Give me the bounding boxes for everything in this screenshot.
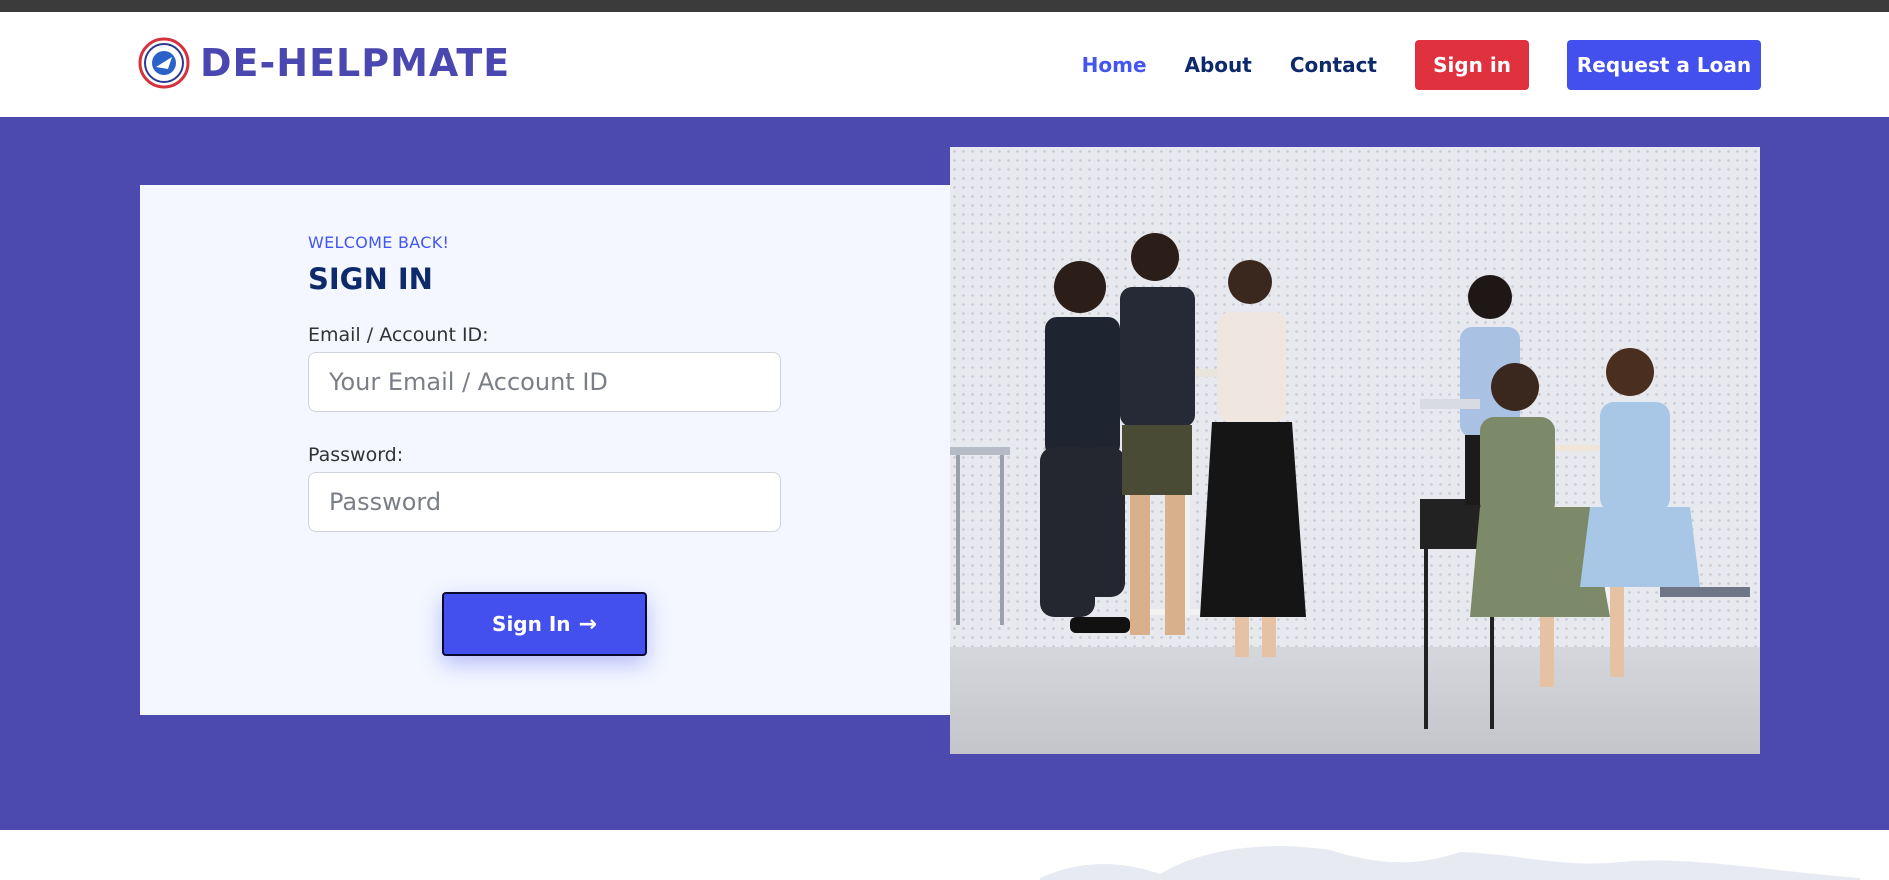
team-people-illustration — [950, 233, 1750, 729]
logo-icon — [138, 37, 190, 89]
welcome-eyebrow: WELCOME BACK! — [308, 233, 450, 252]
login-form: WELCOME BACK! SIGN IN Email / Account ID… — [308, 233, 781, 656]
password-label: Password: — [308, 444, 404, 466]
footer-strip — [0, 830, 1889, 880]
signin-submit-button[interactable]: Sign In → — [442, 592, 647, 656]
team-photo — [950, 147, 1760, 754]
nav-about-link[interactable]: About — [1185, 53, 1252, 77]
nav-signin-button[interactable]: Sign in — [1415, 40, 1529, 90]
brand[interactable]: DE-HELPMATE — [138, 37, 510, 89]
request-loan-button[interactable]: Request a Loan — [1567, 40, 1761, 90]
nav-home-link[interactable]: Home — [1082, 53, 1147, 77]
submit-wrap: Sign In → — [308, 592, 781, 656]
email-label: Email / Account ID: — [308, 324, 489, 346]
signin-title: SIGN IN — [308, 262, 433, 296]
login-card: WELCOME BACK! SIGN IN Email / Account ID… — [140, 185, 950, 715]
top-strip — [0, 0, 1889, 12]
password-input[interactable] — [308, 472, 781, 532]
brand-name: DE-HELPMATE — [200, 41, 511, 85]
nav-contact-link[interactable]: Contact — [1290, 53, 1377, 77]
signin-submit-label: Sign In — [492, 612, 571, 636]
hero-section: WELCOME BACK! SIGN IN Email / Account ID… — [0, 117, 1889, 830]
nav-links: Home About Contact Sign in Request a Loa… — [1082, 40, 1761, 90]
arrow-right-icon: → — [578, 611, 597, 637]
email-input[interactable] — [308, 352, 781, 412]
navbar: DE-HELPMATE Home About Contact Sign in R… — [0, 12, 1889, 117]
world-map-decoration — [1040, 846, 1860, 880]
